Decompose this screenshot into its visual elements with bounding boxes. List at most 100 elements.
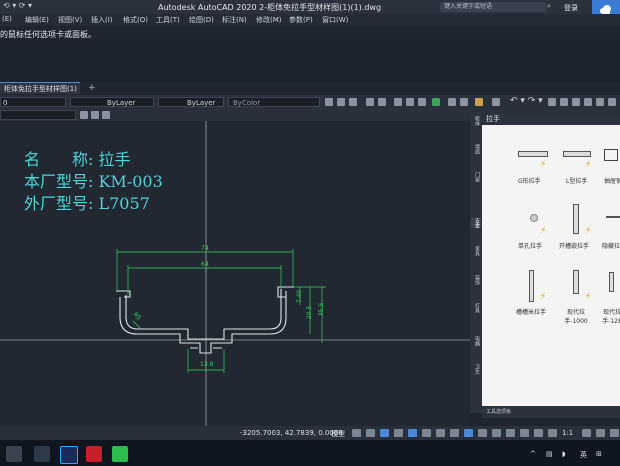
linetype-dropdown[interactable]: ByLayer <box>70 97 154 107</box>
toolbar-icon-6[interactable] <box>394 98 402 106</box>
model-space-button[interactable]: 模型 <box>331 429 345 439</box>
hidden-handle-thumb[interactable] <box>606 216 620 218</box>
toolbar-icon-16[interactable] <box>572 98 580 106</box>
auto-scale-icon[interactable] <box>548 429 557 437</box>
grid-icon[interactable] <box>352 429 361 437</box>
toolbar-icon-13[interactable] <box>492 98 500 106</box>
toolbar-icon-22[interactable] <box>102 111 110 119</box>
wechat-icon[interactable] <box>112 446 128 462</box>
menu-item-format[interactable]: 格式(O) <box>123 15 148 25</box>
toolbar-icon-10[interactable] <box>448 98 456 106</box>
toolbar-icon-5[interactable] <box>378 98 386 106</box>
side-tab-3[interactable]: 五金 <box>471 218 481 228</box>
g-handle-thumb[interactable] <box>518 151 548 157</box>
new-tab-button[interactable]: + <box>88 83 96 93</box>
ortho-icon[interactable] <box>380 429 389 437</box>
palette-item-4[interactable]: 开槽嵌拉手 <box>559 241 589 250</box>
palette-item-0[interactable]: G形拉手 <box>518 176 541 185</box>
toolbar-icon-21[interactable] <box>91 111 99 119</box>
transparency-icon[interactable] <box>450 429 459 437</box>
modern-handle-thumb[interactable] <box>573 270 579 294</box>
side-tab-8[interactable]: 卫生 <box>471 364 481 374</box>
menu-item-draw[interactable]: 绘图(D) <box>189 15 214 25</box>
3d-osnap-icon[interactable] <box>478 429 487 437</box>
palette-item-2[interactable]: 抽屉钢 <box>604 176 620 185</box>
search-icon[interactable]: ⌕ <box>547 2 551 11</box>
style-dropdown[interactable] <box>0 110 76 120</box>
toolbar-icon-1[interactable] <box>325 98 333 106</box>
l-handle-thumb[interactable] <box>563 151 591 157</box>
side-tab-4[interactable]: 家具 <box>471 246 481 256</box>
osnap-icon[interactable] <box>408 429 417 437</box>
side-tab-7[interactable]: 电器 <box>471 336 481 346</box>
toolbar-icon-7[interactable] <box>406 98 414 106</box>
login-button[interactable]: 登录 <box>564 3 578 13</box>
search-input[interactable]: 键入关键字或短语 <box>440 2 546 12</box>
annotation-scale[interactable]: 1:1 <box>562 429 573 437</box>
tray-arrow-icon[interactable]: ^ <box>530 450 536 458</box>
side-tab-0[interactable]: 柜体 <box>471 116 481 126</box>
toolbar-icon-17[interactable] <box>584 98 592 106</box>
side-tab-1[interactable]: 墙面 <box>471 144 481 154</box>
polar-icon[interactable] <box>394 429 403 437</box>
photoshop-icon[interactable] <box>60 446 78 464</box>
ime-indicator[interactable]: 英 <box>580 450 587 460</box>
menu-item-0[interactable]: (E) <box>2 15 12 23</box>
menu-item-edit[interactable]: 编辑(E) <box>25 15 49 25</box>
lineweight-icon[interactable] <box>436 429 445 437</box>
selection-cycling-icon[interactable] <box>464 429 473 437</box>
workspace-gear-icon[interactable] <box>582 429 591 437</box>
menu-item-insert[interactable]: 插入(I) <box>91 15 113 25</box>
autocad-icon[interactable] <box>86 446 102 462</box>
menu-item-view[interactable]: 视图(V) <box>58 15 82 25</box>
undo-redo-icon[interactable]: ↶ ▾ ↷ ▾ <box>510 96 543 106</box>
snap-icon[interactable] <box>366 429 375 437</box>
browser-icon[interactable] <box>34 446 50 462</box>
selection-filter-icon[interactable] <box>506 429 515 437</box>
layer-dropdown[interactable]: 0 <box>0 97 66 107</box>
palette-item-5[interactable]: 隐藏拉手 <box>602 241 620 250</box>
toolbar-icon-8[interactable] <box>418 98 426 106</box>
tab-drawing[interactable]: 柜体免拉手型材样图(1)(1)* <box>0 82 80 105</box>
drawing-canvas[interactable]: 名 称: 拉手 本厂型号: KM-003 外厂型号: L7057 74 64 3… <box>0 121 470 426</box>
drawer-thumb[interactable] <box>604 149 618 161</box>
customization-menu-icon[interactable] <box>610 429 619 437</box>
network-icon[interactable]: ▤ <box>546 450 553 458</box>
toolbar-icon-15[interactable] <box>560 98 568 106</box>
palette-item-6[interactable]: 槽槽米拉手 <box>516 307 546 316</box>
toolbar-icon-18[interactable] <box>596 98 604 106</box>
toolbar-icon-19[interactable] <box>608 98 616 106</box>
side-tab-2[interactable]: 门窗 <box>471 172 481 182</box>
undo-icon[interactable]: ⟲ ▾ ⟳ ▾ <box>3 1 32 10</box>
color-dropdown[interactable]: ByColor <box>228 97 320 107</box>
otrack-icon[interactable] <box>422 429 431 437</box>
toolbar-icon-3[interactable] <box>349 98 357 106</box>
toolbar-icon-14[interactable] <box>548 98 556 106</box>
toolbar-icon-12[interactable] <box>475 98 483 106</box>
annotation-monitor-icon[interactable] <box>596 429 605 437</box>
input-method-icon[interactable]: ⊞ <box>596 450 602 458</box>
groove-handle-thumb[interactable] <box>529 270 534 302</box>
single-hole-thumb[interactable] <box>530 214 538 222</box>
dynamic-ucs-icon[interactable] <box>492 429 501 437</box>
menu-item-dimension[interactable]: 标注(N) <box>222 15 247 25</box>
toolbar-icon-20[interactable] <box>80 111 88 119</box>
lineweight-dropdown[interactable]: ByLayer <box>158 97 224 107</box>
annotation-visibility-icon[interactable] <box>534 429 543 437</box>
slot-handle-thumb[interactable] <box>573 204 579 234</box>
palette-item-7[interactable]: 现代拉手-1000 <box>558 307 594 325</box>
palette-item-3[interactable]: 单孔拉手 <box>518 241 542 250</box>
side-tab-5[interactable]: 装饰 <box>471 275 481 285</box>
modern-handle-128-thumb[interactable] <box>609 272 614 292</box>
menu-item-parametric[interactable]: 参数(P) <box>289 15 313 25</box>
toolbar-icon-11[interactable] <box>460 98 468 106</box>
side-tab-6[interactable]: 灯具 <box>471 303 481 313</box>
toolbar-icon-4[interactable] <box>366 98 374 106</box>
palette-item-8[interactable]: 现代拉手-128 <box>600 307 620 325</box>
palette-item-1[interactable]: L型拉手 <box>566 176 587 185</box>
toolbar-icon-2[interactable] <box>337 98 345 106</box>
toolbar-icon-9[interactable] <box>432 98 440 106</box>
menu-item-modify[interactable]: 修改(M) <box>256 15 282 25</box>
menu-item-window[interactable]: 窗口(W) <box>322 15 348 25</box>
file-explorer-icon[interactable] <box>6 446 22 462</box>
